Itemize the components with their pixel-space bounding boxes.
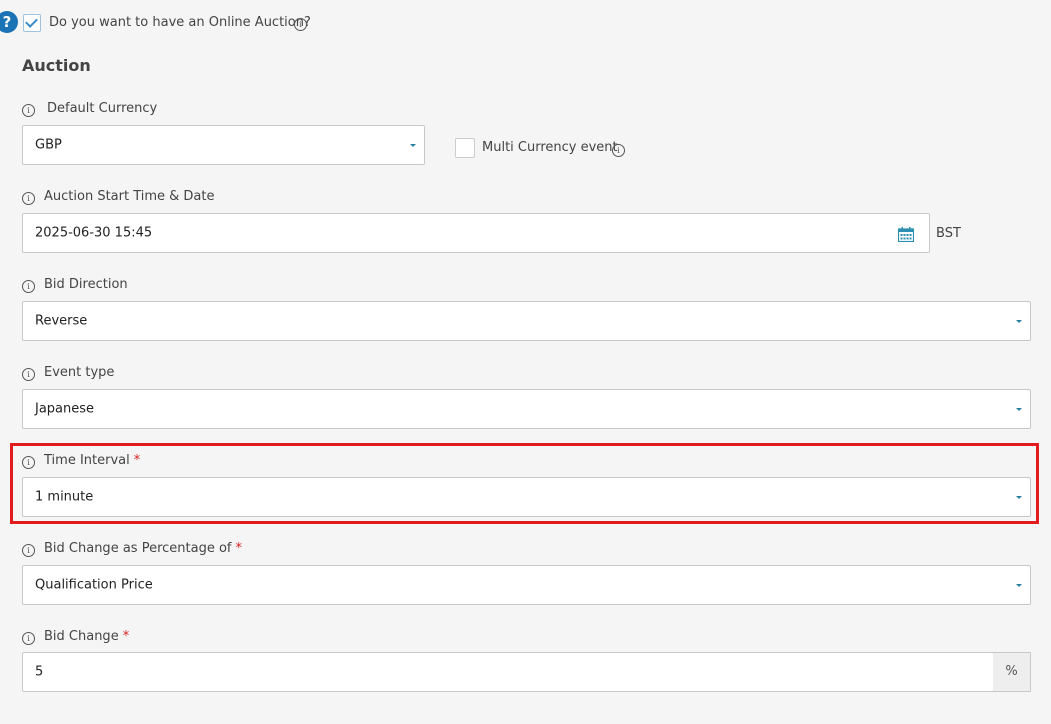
time-interval-select[interactable]: 1 minute — [22, 477, 1031, 517]
chevron-down-icon — [1016, 320, 1022, 323]
event-type-select[interactable]: Japanese — [22, 389, 1031, 429]
bid-change-percentage-of-value: Qualification Price — [35, 577, 153, 593]
required-marker: * — [133, 453, 141, 468]
online-auction-question: Do you want to have an Online Auction? — [49, 15, 311, 30]
chevron-down-icon — [1016, 584, 1022, 587]
required-marker: * — [122, 629, 130, 644]
default-currency-select[interactable]: GBP — [22, 125, 425, 165]
bid-change-percentage-of-label: Bid Change as Percentage of * — [44, 541, 242, 556]
help-icon[interactable]: ? — [0, 11, 18, 33]
info-icon[interactable]: i — [22, 632, 35, 645]
bid-change-percentage-of-select[interactable]: Qualification Price — [22, 565, 1031, 605]
bid-change-label: Bid Change * — [44, 629, 129, 644]
info-icon[interactable]: i — [22, 456, 35, 469]
bid-direction-select[interactable]: Reverse — [22, 301, 1031, 341]
bid-change-label-text: Bid Change — [44, 629, 119, 644]
time-interval-label: Time Interval * — [44, 453, 140, 468]
section-title: Auction — [22, 56, 91, 75]
default-currency-value: GBP — [35, 137, 62, 153]
chevron-down-icon — [410, 144, 416, 147]
info-icon[interactable]: i — [22, 544, 35, 557]
bid-change-input[interactable]: 5 — [22, 652, 994, 692]
chevron-down-icon — [1016, 496, 1022, 499]
start-time-label: Auction Start Time & Date — [44, 189, 215, 204]
bid-change-value: 5 — [35, 664, 44, 680]
start-time-value: 2025-06-30 15:45 — [35, 225, 153, 241]
bid-change-percentage-of-label-text: Bid Change as Percentage of — [44, 541, 232, 556]
required-marker: * — [235, 541, 242, 556]
info-icon[interactable]: i — [22, 368, 35, 381]
calendar-icon[interactable] — [898, 227, 914, 242]
event-type-value: Japanese — [35, 401, 95, 417]
event-type-label: Event type — [44, 365, 115, 380]
percent-addon: % — [993, 652, 1031, 692]
info-icon[interactable]: i — [22, 104, 35, 117]
info-icon[interactable]: i — [612, 144, 625, 157]
timezone-label: BST — [936, 226, 961, 241]
default-currency-label: Default Currency — [47, 101, 158, 116]
time-interval-value: 1 minute — [35, 489, 94, 505]
multi-currency-label: Multi Currency event — [482, 140, 618, 155]
checkmark-icon — [25, 15, 38, 28]
bid-direction-label: Bid Direction — [44, 277, 128, 292]
info-icon[interactable]: i — [294, 18, 307, 31]
start-time-input[interactable]: 2025-06-30 15:45 — [22, 213, 930, 253]
chevron-down-icon — [1016, 408, 1022, 411]
info-icon[interactable]: i — [22, 280, 35, 293]
bid-direction-value: Reverse — [35, 313, 88, 329]
online-auction-checkbox[interactable] — [23, 14, 41, 32]
multi-currency-checkbox[interactable] — [455, 138, 475, 158]
info-icon[interactable]: i — [22, 192, 35, 205]
time-interval-label-text: Time Interval — [44, 453, 130, 468]
